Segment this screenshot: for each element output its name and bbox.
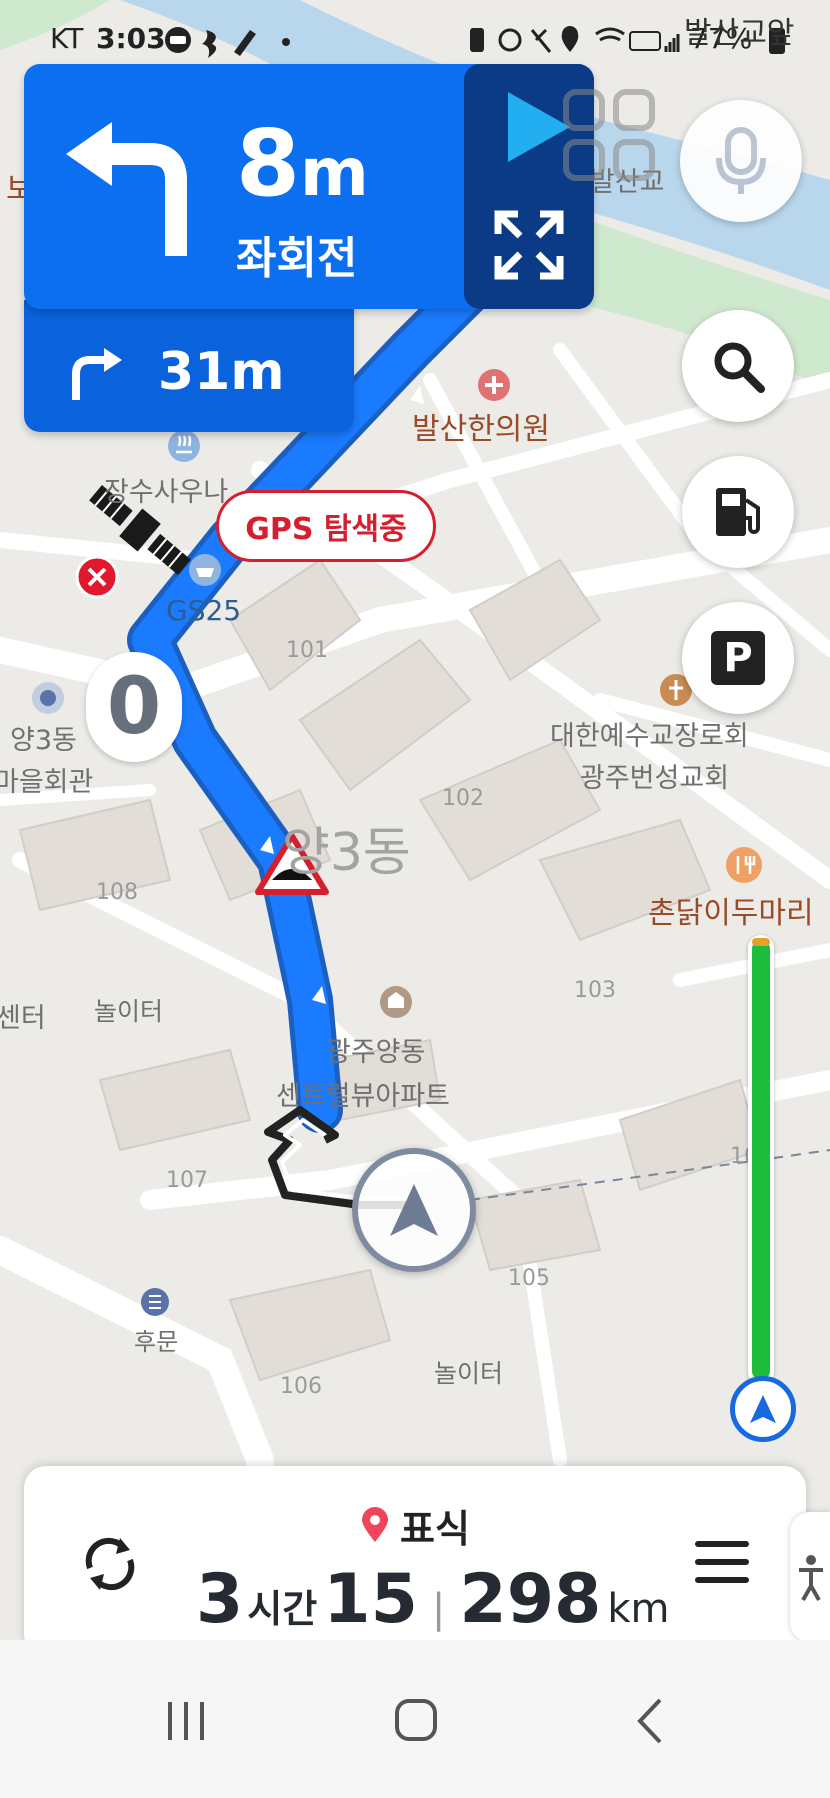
- poi-gs25-label: GS25: [166, 594, 242, 627]
- recent-apps-icon[interactable]: [162, 1696, 212, 1746]
- mic-icon: [716, 127, 766, 194]
- poi-playground-label: 놀이터: [94, 997, 164, 1026]
- navigation-arrow-icon: [390, 1184, 438, 1236]
- turn-instruction-text: 좌회전: [236, 233, 358, 284]
- destination-row[interactable]: 표식: [360, 1500, 470, 1551]
- notification-icons: [165, 27, 290, 58]
- poi-clinic-label: 발산한의원: [412, 412, 550, 447]
- route-progress-fill: [752, 940, 770, 1380]
- navigation-arrow-icon: [750, 1395, 776, 1423]
- trip-distance-unit: km: [607, 1586, 670, 1632]
- expand-icon: [494, 210, 564, 280]
- turn-distance-value: 8: [236, 110, 301, 217]
- system-status-icons: [470, 26, 680, 53]
- accessibility-tab[interactable]: [790, 1512, 830, 1642]
- convenience-store-icon: [189, 554, 221, 586]
- progress-position-marker: [730, 1376, 796, 1442]
- eta-hours-unit: 시간: [247, 1587, 318, 1631]
- search-button[interactable]: [682, 310, 794, 422]
- route-progress-destination: [752, 938, 770, 946]
- eta-minutes: 15: [323, 1560, 418, 1639]
- search-icon: [714, 342, 765, 393]
- poi-community-label-line2: 마을회관: [0, 767, 94, 798]
- gas-station-button[interactable]: [682, 456, 794, 568]
- building-number: 103: [574, 978, 616, 1003]
- destination-name: 표식: [400, 1506, 470, 1551]
- poi-playground-label: 놀이터: [434, 1359, 504, 1388]
- building-number: 108: [96, 880, 138, 905]
- speed-value: 0: [106, 662, 162, 752]
- poi-community-label-line1: 양3동: [10, 725, 77, 756]
- current-location-marker[interactable]: [352, 1148, 476, 1272]
- district-label: 양3동: [282, 823, 411, 883]
- poi-center-partial-label: 센터: [0, 1003, 46, 1034]
- speed-indicator: 0: [86, 652, 182, 762]
- building-number: 101: [286, 638, 328, 663]
- apartment-icon: [380, 986, 412, 1018]
- community-center-icon: [32, 682, 64, 714]
- back-gate-icon: [141, 1288, 169, 1316]
- poi-sauna-label: 장수사우나: [104, 477, 229, 508]
- sauna-icon: [168, 430, 200, 462]
- eta-separator: |: [431, 1586, 446, 1632]
- gps-status-bubble: GPS 탐색중: [216, 490, 436, 562]
- turn-right-arrow-icon: [72, 348, 122, 400]
- parking-icon: P: [711, 631, 765, 685]
- status-time: 3:03: [96, 22, 166, 55]
- poi-apartment-label-line2: 센트럴뷰아파트: [276, 1081, 450, 1112]
- turn-distance-unit: m: [300, 134, 369, 211]
- poi-church-label-line2: 광주번성교회: [580, 763, 730, 794]
- turn-left-arrow-icon: [66, 122, 187, 256]
- location-pin-icon: [362, 1507, 388, 1542]
- gps-status-label: GPS 탐색중: [245, 512, 407, 547]
- next-turn-distance: 31m: [158, 342, 285, 402]
- trip-distance: 298: [459, 1560, 602, 1639]
- building-number: 105: [508, 1266, 550, 1291]
- parking-button[interactable]: P: [682, 602, 794, 714]
- home-icon[interactable]: [392, 1696, 442, 1746]
- poi-restaurant-label: 촌닭이두마리: [648, 896, 814, 931]
- system-nav-bar: [0, 1640, 830, 1798]
- clinic-icon: [478, 369, 510, 401]
- menu-icon[interactable]: [694, 1538, 750, 1588]
- apps-grid-icon[interactable]: [560, 86, 660, 186]
- restaurant-icon: [726, 847, 762, 883]
- reroute-icon[interactable]: [80, 1534, 140, 1594]
- turn-distance: 8m: [236, 118, 369, 210]
- trip-eta: 3 시간 15 | 298 km: [196, 1560, 669, 1639]
- poi-apartment-label-line1: 광주양동: [326, 1037, 426, 1068]
- poi-back-gate-label: 후문: [134, 1328, 179, 1356]
- building-number: 102: [442, 786, 484, 811]
- back-icon[interactable]: [628, 1696, 678, 1746]
- eta-hours: 3: [196, 1560, 244, 1639]
- gps-error-icon: [75, 555, 119, 599]
- building-number: 106: [280, 1374, 322, 1399]
- poi-church-label-line1: 대한예수교장로회: [550, 721, 749, 752]
- gas-station-icon: [716, 488, 760, 536]
- accessibility-icon: [799, 1555, 823, 1601]
- building-number: 107: [166, 1168, 208, 1193]
- carrier-label: KT: [50, 22, 84, 55]
- poi-bridge-label: 발산교앞: [684, 16, 795, 51]
- voice-button[interactable]: [680, 100, 802, 222]
